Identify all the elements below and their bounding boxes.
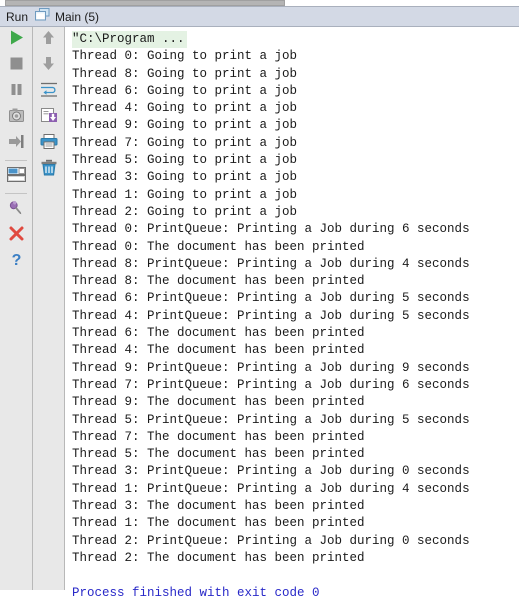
tab-main-label: Main (5) <box>55 9 100 24</box>
pause-button[interactable] <box>0 79 32 105</box>
help-button[interactable]: ? <box>0 249 32 275</box>
console-line: Thread 4: PrintQueue: Printing a Job dur… <box>72 308 470 323</box>
console-line: Thread 3: The document has been printed <box>72 499 365 514</box>
run-tool-window: Run Main (5) ? "C:\Program ... Thread 0:… <box>0 0 519 596</box>
play-icon <box>8 29 25 51</box>
console-line: Thread 6: Going to print a job <box>72 83 298 98</box>
pause-icon <box>8 81 25 103</box>
scrollbar-track[interactable] <box>0 0 519 6</box>
step-into-icon <box>8 133 25 155</box>
svg-text:?: ? <box>11 252 21 268</box>
console-line: Thread 7: Going to print a job <box>72 135 298 150</box>
console-line: Thread 1: The document has been printed <box>72 516 365 531</box>
pin-icon <box>7 199 25 222</box>
console-line: Thread 0: Going to print a job <box>72 49 298 64</box>
up-the-stack-button[interactable] <box>33 27 64 53</box>
toolbar-separator <box>5 193 27 194</box>
console-line: Thread 6: PrintQueue: Printing a Job dur… <box>72 291 470 306</box>
down-the-stack-button[interactable] <box>33 53 64 79</box>
print-button[interactable] <box>33 131 64 157</box>
close-x-icon <box>8 225 25 247</box>
console-line: Thread 5: PrintQueue: Printing a Job dur… <box>72 412 470 427</box>
console-line: Thread 8: Going to print a job <box>72 66 298 81</box>
question-mark-icon: ? <box>8 251 25 273</box>
layout-button[interactable] <box>0 164 32 190</box>
console-line: Thread 2: The document has been printed <box>72 550 365 565</box>
console-line: Thread 9: Going to print a job <box>72 118 298 133</box>
console-line: Thread 0: The document has been printed <box>72 239 365 254</box>
console-line: Thread 2: Going to print a job <box>72 204 298 219</box>
console-line: Thread 2: PrintQueue: Printing a Job dur… <box>72 533 470 548</box>
console-line: Thread 8: The document has been printed <box>72 274 365 289</box>
clear-all-button[interactable] <box>33 157 64 183</box>
stop-icon <box>8 55 25 77</box>
toolbar-separator <box>5 160 27 161</box>
trash-icon <box>40 159 58 181</box>
printer-icon <box>40 133 58 155</box>
console-line: Thread 9: PrintQueue: Printing a Job dur… <box>72 360 470 375</box>
console-line: "C:\Program ... <box>72 31 187 49</box>
tab-main[interactable]: Main (5) <box>35 7 100 26</box>
stop-button[interactable] <box>0 53 32 79</box>
console-line: Thread 9: The document has been printed <box>72 395 365 410</box>
dump-threads-button[interactable] <box>0 105 32 131</box>
console-output[interactable]: "C:\Program ... Thread 0: Going to print … <box>66 27 519 596</box>
console-line: Thread 7: PrintQueue: Printing a Job dur… <box>72 377 470 392</box>
close-button[interactable] <box>0 223 32 249</box>
scrollbar-thumb[interactable] <box>5 0 286 6</box>
console-line: Thread 1: Going to print a job <box>72 187 298 202</box>
console-line: Thread 4: Going to print a job <box>72 101 298 116</box>
console-line: Thread 5: The document has been printed <box>72 447 365 462</box>
console-toolbar <box>33 27 65 590</box>
step-into-button[interactable] <box>0 131 32 157</box>
console-line: Thread 8: PrintQueue: Printing a Job dur… <box>72 256 470 271</box>
console-line: Thread 1: PrintQueue: Printing a Job dur… <box>72 481 470 496</box>
arrow-up-icon <box>40 29 57 51</box>
run-tab-bar: Run Main (5) <box>0 7 519 27</box>
console-line: Thread 0: PrintQueue: Printing a Job dur… <box>72 222 470 237</box>
run-toolbar: ? <box>0 27 33 590</box>
console-line: Thread 6: The document has been printed <box>72 326 365 341</box>
horizontal-scrollbar[interactable] <box>0 0 519 7</box>
pin-tab-button[interactable] <box>0 197 32 223</box>
console-line: Thread 5: Going to print a job <box>72 153 298 168</box>
export-button[interactable] <box>33 105 64 131</box>
console-line: Process finished with exit code 0 <box>72 585 320 596</box>
arrow-down-icon <box>40 55 57 77</box>
rerun-button[interactable] <box>0 27 32 53</box>
camera-icon <box>8 107 25 129</box>
soft-wrap-icon <box>40 81 58 103</box>
console-line: Thread 4: The document has been printed <box>72 343 365 358</box>
layout-icon <box>6 166 26 188</box>
export-icon <box>40 107 58 129</box>
run-tool-window-label: Run <box>6 9 29 24</box>
console-line: Thread 3: Going to print a job <box>72 170 298 185</box>
console-line: Thread 3: PrintQueue: Printing a Job dur… <box>72 464 470 479</box>
console-line: Thread 7: The document has been printed <box>72 429 365 444</box>
window-restore-icon <box>35 7 50 26</box>
soft-wrap-button[interactable] <box>33 79 64 105</box>
